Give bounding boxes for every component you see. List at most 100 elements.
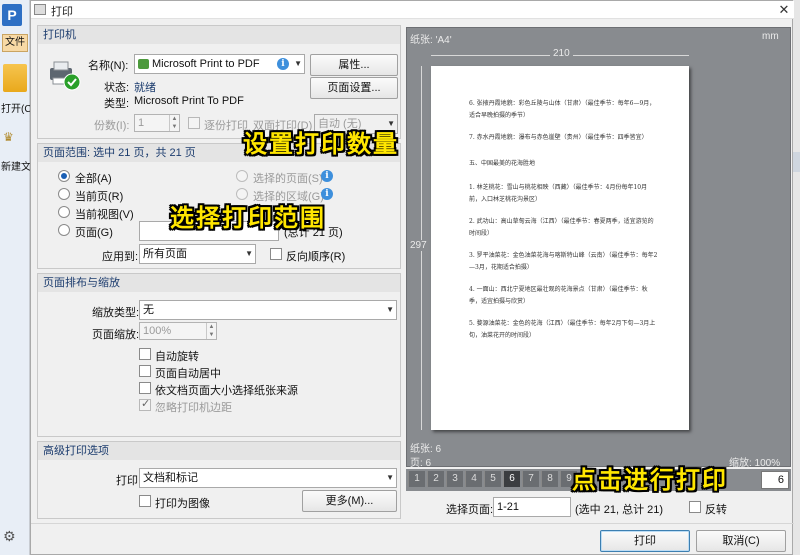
sheets-count-label: 纸张: 6 [410,444,442,455]
printer-name-select[interactable]: Microsoft Print to PDF i ▼ [134,54,305,74]
page-scale-label: 页面缩放: [92,329,140,341]
select-pages-label: 选择页面: [446,504,494,516]
collate-label: 逐份打印 [204,120,248,132]
select-pages-info: (选中 21, 总计 21) [575,504,664,516]
advanced-options-header: 高级打印选项 [38,442,400,460]
auto-rotate-checkbox[interactable] [139,348,151,360]
range-current-view-label: 当前视图(V) [75,209,134,221]
print-what-select[interactable]: 文档和标记 ▼ [139,468,397,488]
page-content-line: 7. 赤水丹霞地貌：瀑布与赤色崖壁（贵州）（最佳季节：四季皆宜） [469,134,648,141]
layout-scaling-header: 页面排布与缩放 [38,274,400,292]
status-label: 状态: [104,82,130,94]
current-page-input[interactable]: 6 [761,471,789,489]
info-icon[interactable]: i [277,58,289,70]
range-all-radio[interactable] [58,170,70,182]
chevron-down-icon: ▼ [245,249,253,258]
auto-rotate-label: 自动旋转 [155,351,199,363]
dialog-title: 打印 [51,6,73,18]
printer-name-value: Microsoft Print to PDF [152,58,260,70]
select-pages-input[interactable]: 1-21 [493,497,571,517]
copies-label: 份数(I): [94,120,130,132]
reverse-order-label: 反向顺序(R) [286,251,346,263]
reverse-checkbox[interactable] [689,501,701,513]
more-button[interactable]: 更多(M)... [302,490,397,512]
page-scale-stepper[interactable]: 100% ▲ ▼ [139,322,217,340]
type-value: Microsoft Print To PDF [134,95,244,107]
pages-count-label: 页: 6 [410,458,432,469]
page-button[interactable]: 8 [541,471,558,487]
preview-page: 6. 张掖丹霞地貌：彩色丘陵与山体（甘肃）（最佳季节：每年6—9月，适合早晚拍摄… [431,66,689,430]
page-content-line: 4. 一面山：西北宁夏地区最壮观的花海景点（甘肃）（最佳季节：秋季，适宜拍摄与欣… [469,286,648,305]
stepper-arrows-icon[interactable]: ▲ ▼ [206,323,216,339]
page-content-line: 2. 武功山：高山草甸云海（江西）（最佳季节：春夏两季，适宜游览的时间段） [469,218,654,237]
copies-stepper[interactable]: 1 ▲ ▼ [134,114,180,132]
auto-center-checkbox[interactable] [139,365,151,377]
ignore-margins-label: 忽略打印机边距 [155,402,232,414]
page-content-line: 6. 张掖丹霞地貌：彩色丘陵与山体（甘肃）（最佳季节：每年6—9月，适合早晚拍摄… [469,100,656,119]
pdf-printer-icon [138,59,149,69]
chevron-down-icon: ▼ [294,59,302,68]
reverse-order-checkbox[interactable] [270,248,282,260]
folder-icon[interactable] [3,64,27,92]
page-content-line: 五、中国最美的花海胜地 [469,160,536,167]
range-pages-label: 页面(G) [75,227,113,239]
properties-button[interactable]: 属性... [310,54,398,76]
apply-to-select[interactable]: 所有页面 ▼ [139,244,256,264]
background-right-edge [793,0,800,555]
status-value: 就绪 [134,82,156,94]
layout-scaling-group: 页面排布与缩放 缩放类型: 无 ▼ 页面缩放: 100% ▲ ▼ 自动旋转 页面自… [37,273,401,437]
paper-height: 297 [410,240,427,251]
footer-divider [31,523,794,524]
range-all-label: 全部(A) [75,173,112,185]
print-as-image-label: 打印为图像 [155,498,210,510]
annotation-click-print: 点击进行打印 [572,466,728,494]
file-menu[interactable]: 文件 [2,34,28,52]
printer-group: 打印机 名称(N): Microsoft Print to PDF i ▼ 属性… [37,25,401,139]
scale-type-select[interactable]: 无 ▼ [139,300,397,320]
info-icon[interactable]: i [321,170,333,182]
choose-source-label: 依文档页面大小选择纸张来源 [155,385,298,397]
auto-center-label: 页面自动居中 [155,368,221,380]
background-list-item [793,152,800,172]
page-content-line: 3. 罗平油菜花：金色油菜花海与喀斯特山峰（云南）（最佳季节：每年2—3月，花期… [469,252,658,271]
page-button[interactable]: 2 [427,471,444,487]
range-selected-pages-label: 选择的页面(S) [253,173,323,185]
open-label[interactable]: 打开(C [1,100,32,115]
page-content-line: 5. 婺源油菜花：金色的花海（江西）（最佳季节：每年2月下旬—3月上旬，油菜花开… [469,320,656,339]
choose-source-checkbox[interactable] [139,382,151,394]
print-what-value: 文档和标记 [143,472,198,484]
page-button[interactable]: 1 [408,471,425,487]
page-button[interactable]: 4 [465,471,482,487]
chevron-down-icon: ▼ [386,473,394,482]
page-button-current[interactable]: 6 [503,471,520,487]
page-button[interactable]: 7 [522,471,539,487]
ignore-margins-checkbox[interactable] [139,397,151,411]
cancel-button[interactable]: 取消(C) [696,530,786,552]
page-button[interactable]: 3 [446,471,463,487]
scale-type-label: 缩放类型: [92,307,140,319]
page-setup-button[interactable]: 页面设置... [310,77,398,99]
zoom-label: 缩放: 100% [729,458,781,469]
annotation-set-copies: 设置打印数量 [243,130,399,158]
stepper-arrows-icon[interactable]: ▲ ▼ [169,115,179,131]
app-logo-icon: P [2,4,22,26]
print-button[interactable]: 打印 [600,530,690,552]
gear-icon[interactable]: ⚙ [3,528,16,545]
page-button[interactable]: 5 [484,471,501,487]
range-current-page-label: 当前页(R) [75,191,124,203]
close-icon[interactable]: ✕ [775,1,793,18]
crown-icon: ♛ [3,130,14,144]
title-bar: 打印 ✕ [31,1,794,19]
copies-value: 1 [138,117,145,129]
type-label: 类型: [104,98,130,110]
printer-status-icon [48,60,82,91]
new-label[interactable]: 新建文 [1,158,31,173]
range-selected-pages-radio[interactable] [236,170,248,182]
range-current-page-radio[interactable] [58,188,70,200]
apply-to-value: 所有页面 [143,248,187,260]
range-pages-radio[interactable] [58,224,70,236]
scale-type-value: 无 [143,304,154,316]
print-as-image-checkbox[interactable] [139,495,151,507]
range-current-view-radio[interactable] [58,206,70,218]
collate-checkbox[interactable] [188,117,200,129]
